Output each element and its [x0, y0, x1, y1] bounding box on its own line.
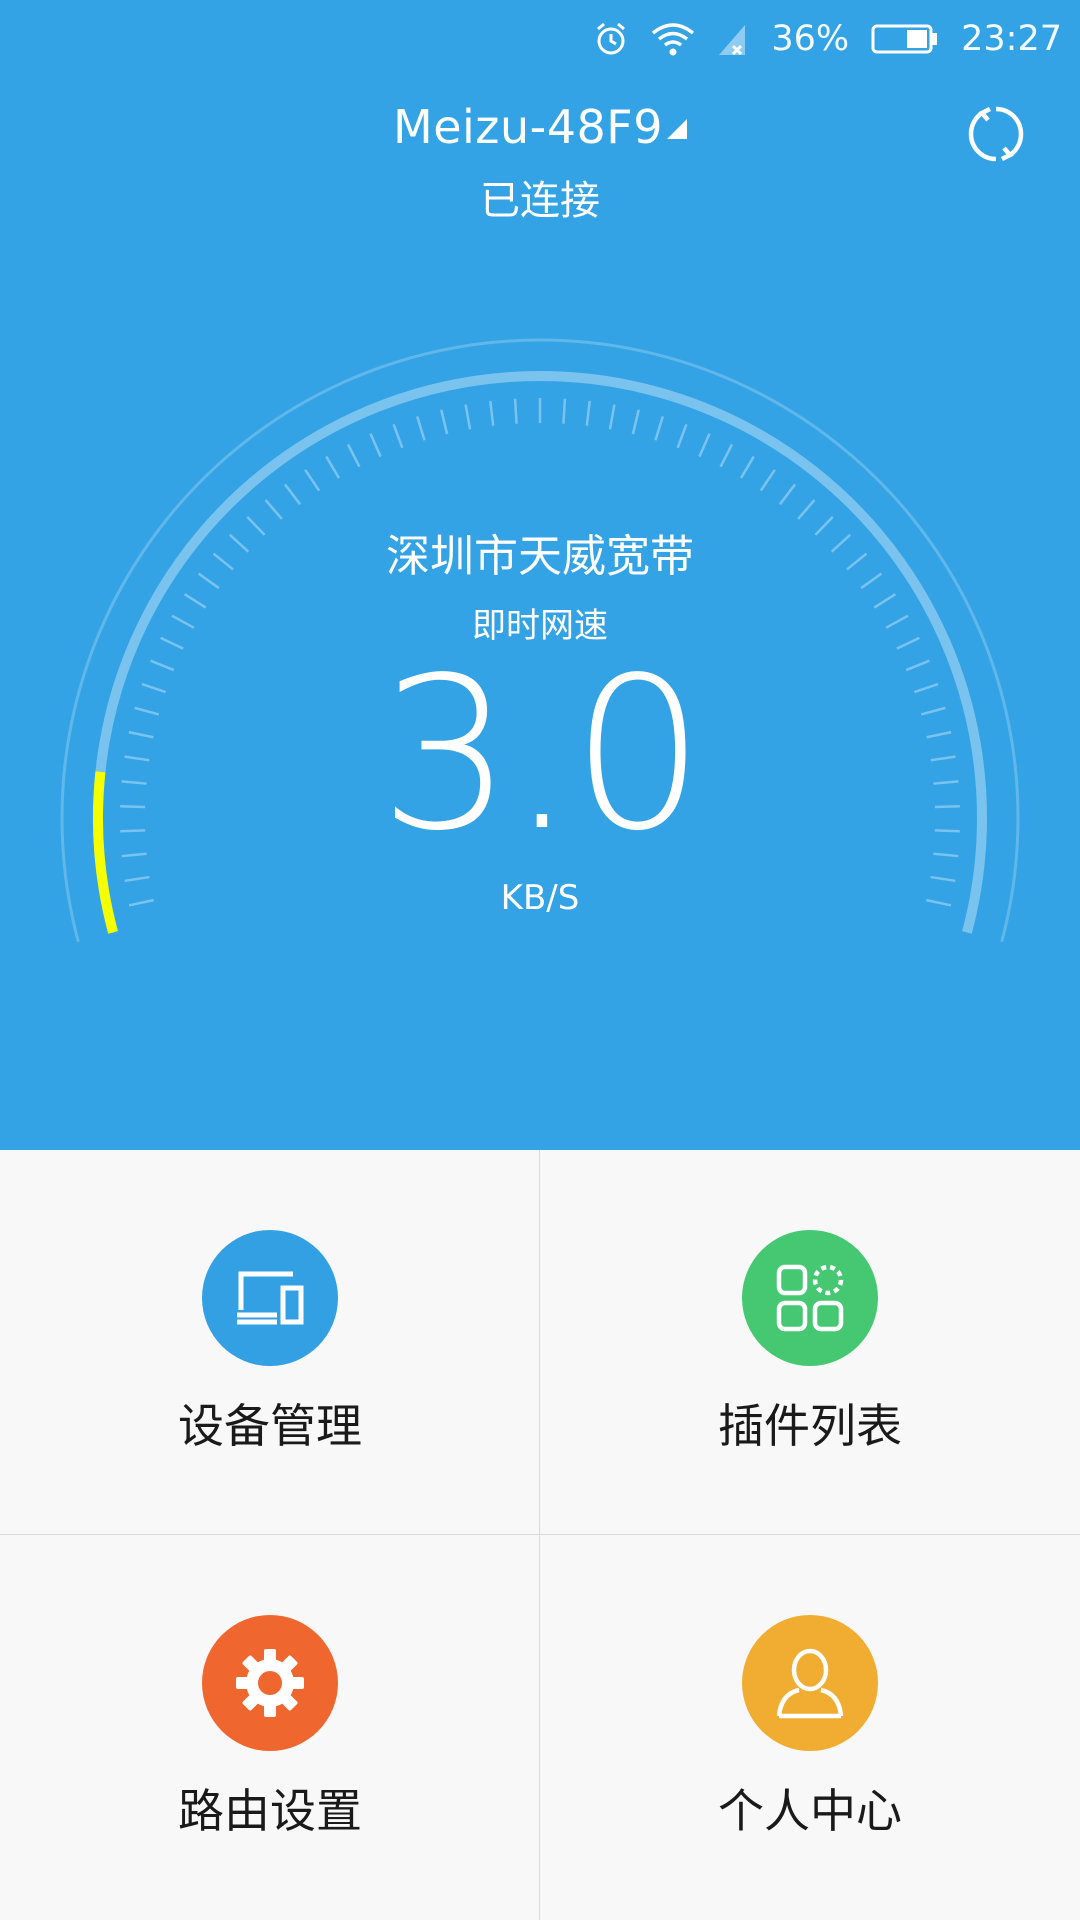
gauge-tick — [325, 455, 341, 479]
gauge-tick — [440, 409, 449, 435]
gauge-tick — [778, 483, 797, 505]
gauge-tick — [346, 443, 361, 468]
gauge-tick — [392, 423, 404, 449]
ssid-selector[interactable]: Meizu-48F9 — [0, 100, 1080, 154]
dropdown-caret-icon — [666, 119, 687, 139]
menu-plugin-list[interactable]: 插件列表 — [540, 1150, 1080, 1535]
status-bar: 36% 23:27 — [571, 0, 1080, 78]
gauge-tick — [464, 404, 472, 430]
plugins-icon — [742, 1230, 878, 1366]
gauge-tick — [264, 499, 283, 520]
menu-grid: 设备管理 插件列表 路由设置 个人中心 — [0, 1150, 1080, 1920]
menu-label: 设备管理 — [178, 1399, 362, 1453]
gauge-tick — [416, 415, 426, 441]
menu-router-settings[interactable]: 路由设置 — [0, 1535, 540, 1920]
grid-divider — [539, 1150, 540, 1920]
gauge-tick — [585, 400, 591, 426]
gauge-tick — [654, 415, 664, 441]
gauge-tick — [719, 443, 734, 468]
clock: 23:27 — [961, 19, 1062, 59]
gauge-tick — [562, 398, 567, 424]
isp-name: 深圳市天威宽带 — [386, 531, 694, 582]
wifi-icon — [651, 21, 695, 57]
gear-icon — [202, 1615, 338, 1751]
gauge-tick — [369, 433, 382, 458]
speed-panel: 36% 23:27 Meizu-48F9 已连接 深圳市天威宽带 即时网速 3.… — [0, 0, 1080, 1150]
gauge-tick — [676, 423, 688, 449]
router-app-home: 36% 23:27 Meizu-48F9 已连接 深圳市天威宽带 即时网速 3.… — [0, 0, 1080, 1920]
speed-value: 3.0 — [379, 632, 705, 877]
user-icon — [742, 1615, 878, 1751]
gauge-tick — [608, 404, 616, 430]
refresh-button[interactable] — [960, 98, 1032, 170]
connection-status: 已连接 — [480, 178, 600, 224]
battery-icon — [871, 23, 939, 55]
grid-divider — [0, 1534, 1080, 1535]
cell-signal-icon — [717, 21, 749, 57]
gauge-tick — [513, 398, 518, 424]
ssid-name: Meizu-48F9 — [393, 100, 663, 154]
gauge-tick — [304, 469, 321, 492]
gauge-tick — [283, 483, 302, 505]
speed-unit: KB/S — [500, 878, 580, 918]
battery-percent: 36% — [771, 19, 850, 59]
menu-label: 插件列表 — [718, 1399, 902, 1453]
gauge-tick — [489, 400, 495, 426]
menu-label: 个人中心 — [718, 1784, 902, 1838]
refresh-icon — [968, 106, 1024, 162]
gauge-tick — [739, 455, 755, 479]
alarm-icon — [593, 21, 629, 57]
gauge-tick — [797, 499, 816, 520]
gauge-tick — [759, 469, 776, 492]
gauge-tick — [631, 409, 640, 435]
menu-device-management[interactable]: 设备管理 — [0, 1150, 540, 1535]
menu-label: 路由设置 — [178, 1784, 362, 1838]
gauge-tick — [698, 433, 711, 458]
devices-icon — [202, 1230, 338, 1366]
menu-user-center[interactable]: 个人中心 — [540, 1535, 1080, 1920]
